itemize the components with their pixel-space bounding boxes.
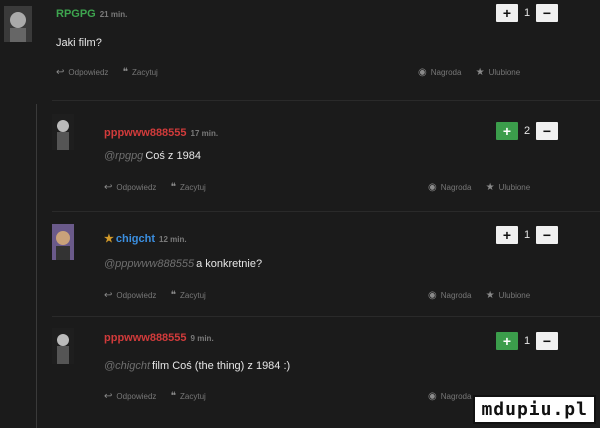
- star-icon: ★: [104, 233, 114, 245]
- comment-author[interactable]: pppwww888555 9 min.: [104, 332, 214, 344]
- reply-button[interactable]: ↩ Odpowiedz: [104, 391, 156, 402]
- award-button[interactable]: ◉ Nagroda: [428, 182, 471, 193]
- quote-button[interactable]: ❝ Zacytuj: [171, 290, 206, 301]
- comment-text: @chigcht film Coś (the thing) z 1984 :): [104, 360, 291, 372]
- quote-button[interactable]: ❝ Zacytuj: [171, 182, 206, 193]
- comment-right-actions: ◉ Nagroda ★ Ulubione: [428, 290, 542, 301]
- upvote-button[interactable]: +: [496, 4, 518, 22]
- comment-right-actions: ◉ Nagroda ★ Ulubione: [418, 67, 532, 78]
- award-icon: ◉: [428, 391, 437, 402]
- quote-icon: ❝: [170, 182, 177, 193]
- comment-time: 12 min.: [159, 235, 187, 244]
- upvote-button[interactable]: +: [496, 332, 518, 350]
- quote-icon: ❝: [122, 67, 129, 78]
- avatar[interactable]: [4, 6, 32, 42]
- vote-count: 1: [523, 335, 531, 347]
- mention-link[interactable]: @pppwww888555: [104, 258, 194, 270]
- favorite-button[interactable]: ★ Ulubione: [476, 67, 521, 78]
- vote-box: + 1 −: [496, 4, 558, 22]
- reply-icon: ↩: [104, 391, 113, 402]
- comment-actions: ↩ Odpowiedz ❝ Zacytuj: [104, 182, 218, 193]
- quote-button[interactable]: ❝ Zacytuj: [123, 67, 158, 78]
- comment-text: Jaki film?: [56, 37, 102, 49]
- vote-count: 1: [523, 229, 531, 241]
- award-icon: ◉: [428, 290, 437, 301]
- award-button[interactable]: ◉ Nagroda: [428, 391, 471, 402]
- star-icon: ★: [485, 182, 495, 193]
- comment-author[interactable]: pppwww888555 17 min.: [104, 127, 218, 139]
- comment-actions: ↩ Odpowiedz ❝ Zacytuj: [56, 67, 170, 78]
- watermark-logo: mdupiu.pl: [473, 395, 596, 424]
- vote-count: 1: [523, 7, 531, 19]
- downvote-button[interactable]: −: [536, 226, 558, 244]
- divider: [52, 100, 600, 101]
- award-button[interactable]: ◉ Nagroda: [418, 67, 461, 78]
- divider: [52, 211, 600, 212]
- comment-time: 9 min.: [190, 334, 214, 343]
- comment-actions: ↩ Odpowiedz ❝ Zacytuj: [104, 391, 218, 402]
- reply-icon: ↩: [104, 182, 113, 193]
- star-icon: ★: [475, 67, 485, 78]
- award-button[interactable]: ◉ Nagroda: [428, 290, 471, 301]
- quote-icon: ❝: [170, 391, 177, 402]
- comment-text: @rpgpg Coś z 1984: [104, 150, 201, 162]
- reply-icon: ↩: [104, 290, 113, 301]
- thread-line: [36, 104, 37, 428]
- favorite-button[interactable]: ★ Ulubione: [486, 290, 531, 301]
- downvote-button[interactable]: −: [536, 122, 558, 140]
- comment-right-actions: ◉ Nagroda ★ Ulubione: [428, 182, 542, 193]
- downvote-button[interactable]: −: [536, 4, 558, 22]
- vote-box: + 1 −: [496, 332, 558, 350]
- comment-actions: ↩ Odpowiedz ❝ Zacytuj: [104, 290, 218, 301]
- quote-icon: ❝: [170, 290, 177, 301]
- vote-count: 2: [523, 125, 531, 137]
- star-icon: ★: [485, 290, 495, 301]
- vote-box: + 1 −: [496, 226, 558, 244]
- mention-link[interactable]: @chigcht: [104, 360, 150, 372]
- reply-icon: ↩: [56, 67, 65, 78]
- reply-button[interactable]: ↩ Odpowiedz: [104, 290, 156, 301]
- avatar[interactable]: [52, 328, 74, 364]
- quote-button[interactable]: ❝ Zacytuj: [171, 391, 206, 402]
- comment-author[interactable]: ★ chigcht 12 min.: [104, 232, 187, 245]
- downvote-button[interactable]: −: [536, 332, 558, 350]
- mention-link[interactable]: @rpgpg: [104, 150, 143, 162]
- comment-time: 17 min.: [190, 129, 219, 138]
- avatar[interactable]: [52, 224, 74, 260]
- reply-button[interactable]: ↩ Odpowiedz: [104, 182, 156, 193]
- comment-time: 21 min.: [99, 10, 128, 19]
- comment-text: @pppwww888555 a konkretnie?: [104, 258, 263, 270]
- avatar[interactable]: [52, 114, 74, 150]
- award-icon: ◉: [428, 182, 437, 193]
- reply-button[interactable]: ↩ Odpowiedz: [56, 67, 108, 78]
- upvote-button[interactable]: +: [496, 122, 518, 140]
- favorite-button[interactable]: ★ Ulubione: [486, 182, 531, 193]
- comment-author[interactable]: RPGPG 21 min.: [56, 8, 127, 20]
- vote-box: + 2 −: [496, 122, 558, 140]
- award-icon: ◉: [418, 67, 427, 78]
- upvote-button[interactable]: +: [496, 226, 518, 244]
- divider: [52, 316, 600, 317]
